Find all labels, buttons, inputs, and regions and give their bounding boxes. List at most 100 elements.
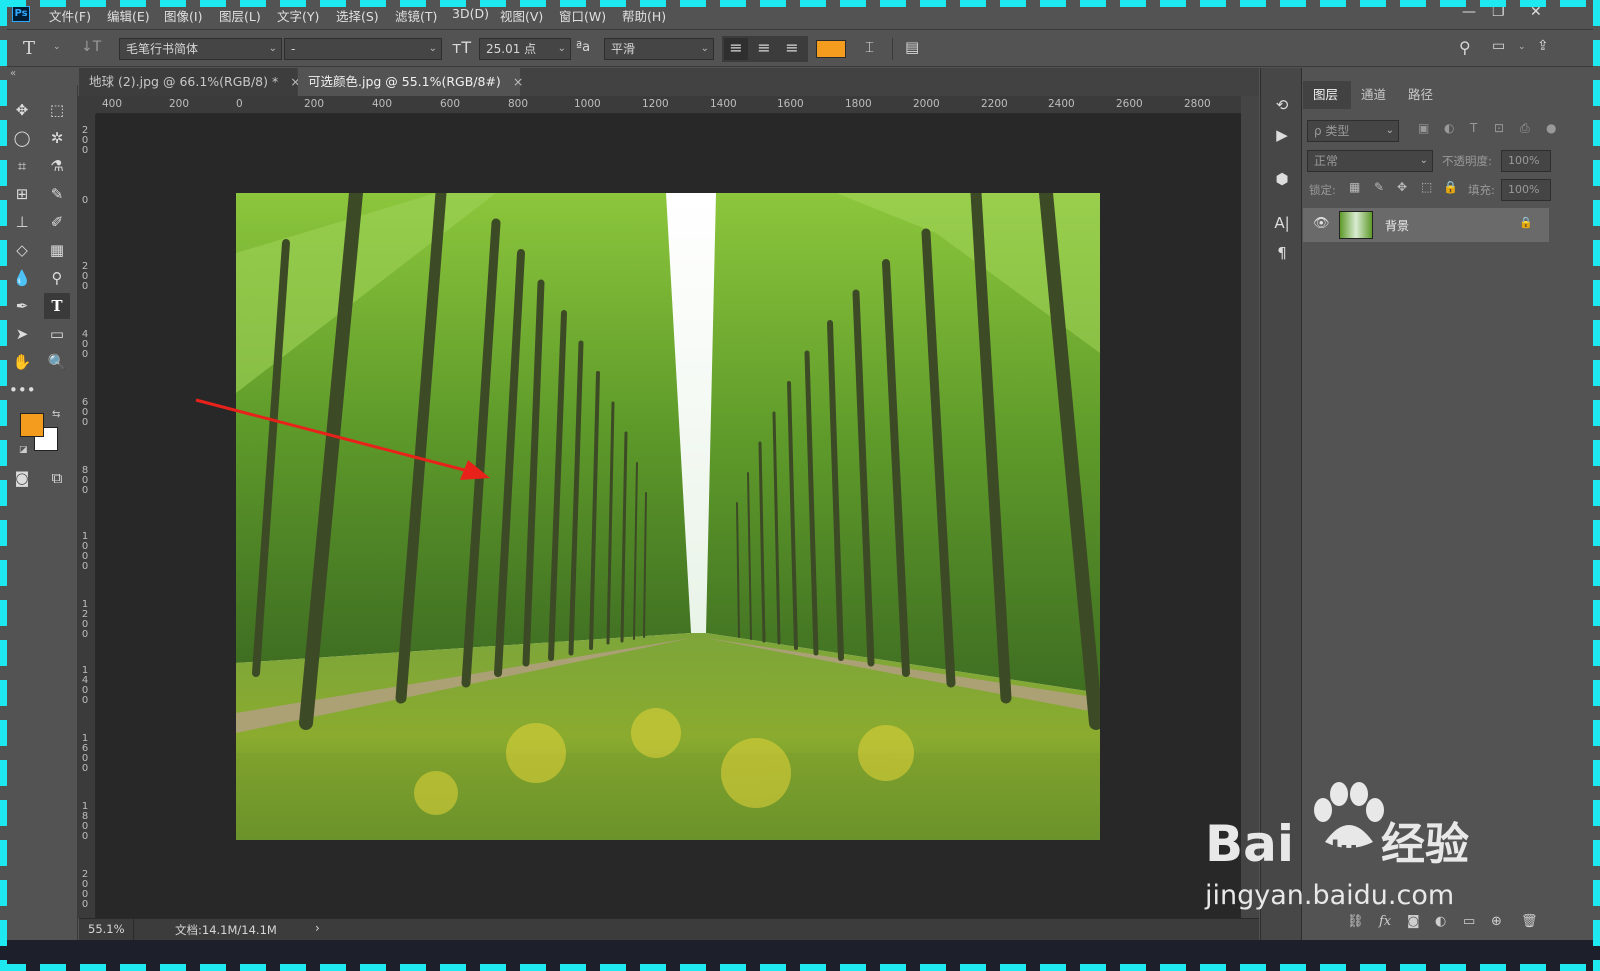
- lock-position-icon[interactable]: ✥: [1397, 180, 1407, 194]
- filter-toggle-icon[interactable]: ●: [1546, 121, 1556, 135]
- forest-avenue-image[interactable]: [236, 193, 1100, 840]
- eye-icon[interactable]: 👁: [1313, 216, 1330, 231]
- blur-tool-icon[interactable]: 💧: [9, 265, 35, 291]
- layer-row-background[interactable]: 👁 背景 🔒: [1303, 208, 1549, 242]
- layer-name[interactable]: 背景: [1385, 217, 1409, 234]
- filter-smart-object-icon[interactable]: ⎙: [1520, 121, 1530, 136]
- font-style-select[interactable]: - ⌄: [284, 38, 442, 60]
- clone-stamp-icon[interactable]: ⊥: [9, 209, 35, 235]
- blend-mode-select[interactable]: 正常 ⌄: [1307, 150, 1433, 172]
- menu-image[interactable]: 图像(I): [164, 6, 202, 25]
- ruler-tick: 400: [102, 98, 123, 110]
- preset-dropdown-chevron-icon[interactable]: ⌄: [53, 42, 61, 52]
- tab-earth[interactable]: 地球 (2).jpg @ 66.1%(RGB/8) * ×: [79, 68, 301, 96]
- align-right-icon[interactable]: ≡: [780, 38, 804, 57]
- filter-shape-icon[interactable]: ⊡: [1494, 121, 1504, 135]
- font-family-select[interactable]: 毛笔行书简体 ⌄: [119, 38, 282, 60]
- menu-layer[interactable]: 图层(L): [219, 6, 261, 25]
- lock-all-icon[interactable]: 🔒: [1443, 180, 1458, 194]
- menu-3d[interactable]: 3D(D): [452, 6, 489, 21]
- menu-type[interactable]: 文字(Y): [277, 6, 319, 25]
- zoom-level[interactable]: 55.1%: [88, 922, 125, 936]
- workspace-icon[interactable]: ▭: [1492, 38, 1505, 54]
- tab-layers[interactable]: 图层: [1303, 81, 1351, 109]
- layer-thumbnail: [1339, 211, 1373, 239]
- font-size-select[interactable]: 25.01 点 ⌄: [479, 38, 571, 60]
- warp-text-icon[interactable]: ⌶: [865, 38, 874, 56]
- default-colors-icon[interactable]: ◪: [19, 445, 28, 455]
- dodge-tool-icon[interactable]: ⚲: [44, 265, 70, 291]
- move-tool-icon[interactable]: ✥: [9, 97, 35, 123]
- align-center-icon[interactable]: ≡: [752, 38, 776, 57]
- ruler-tick: 1800: [845, 98, 872, 110]
- character-panel-icon[interactable]: A|: [1271, 212, 1293, 234]
- filter-pixel-icon[interactable]: ▣: [1418, 121, 1429, 135]
- workspace-chevron-icon[interactable]: ⌄: [1518, 42, 1526, 52]
- layer-kind-filter[interactable]: ρ 类型 ⌄: [1307, 120, 1399, 142]
- align-left-icon[interactable]: ≡: [724, 38, 748, 60]
- ruler-tick: 200: [169, 98, 190, 110]
- eraser-icon[interactable]: ◇: [9, 237, 35, 263]
- watermark-brand: Bai: [1205, 815, 1294, 873]
- collapse-toolbar-icon[interactable]: «: [10, 68, 16, 79]
- photo-canvas: [236, 193, 1100, 840]
- menu-select[interactable]: 选择(S): [336, 6, 379, 25]
- menu-file[interactable]: 文件(F): [49, 6, 91, 25]
- eyedropper-icon[interactable]: ⚗: [44, 153, 70, 179]
- paragraph-panel-icon[interactable]: ¶: [1271, 242, 1293, 264]
- crop-tool-icon[interactable]: ⌗: [9, 153, 35, 179]
- search-icon[interactable]: ⚲: [1459, 38, 1471, 57]
- text-color-swatch[interactable]: [816, 40, 846, 58]
- delete-layer-icon[interactable]: 🗑: [1521, 914, 1538, 929]
- text-orientation-icon[interactable]: ↓T: [81, 39, 101, 55]
- character-panel-icon[interactable]: ▤: [905, 38, 919, 56]
- menu-edit[interactable]: 编辑(E): [107, 6, 150, 25]
- screen-mode-icon[interactable]: ⧉: [44, 465, 70, 491]
- swap-colors-icon[interactable]: ⇆: [52, 409, 60, 420]
- quick-mask-icon[interactable]: ◙: [9, 465, 35, 491]
- magic-wand-icon[interactable]: ✲: [44, 125, 70, 151]
- menu-filter[interactable]: 滤镜(T): [395, 6, 437, 25]
- fill-input[interactable]: 100%: [1501, 179, 1551, 201]
- status-menu-arrow-icon[interactable]: ›: [315, 921, 320, 935]
- lock-image-icon[interactable]: ✎: [1374, 180, 1384, 194]
- lock-artboard-icon[interactable]: ⬚: [1421, 180, 1432, 194]
- filter-adjustment-icon[interactable]: ◐: [1444, 121, 1454, 135]
- antialias-icon: ªa: [576, 40, 591, 55]
- tab-channels[interactable]: 通道: [1351, 81, 1396, 109]
- foreground-color-swatch[interactable]: [20, 413, 44, 437]
- path-selection-icon[interactable]: ➤: [9, 321, 35, 347]
- menu-help[interactable]: 帮助(H): [622, 6, 666, 25]
- history-panel-icon[interactable]: ⟲: [1271, 94, 1293, 116]
- 3d-panel-icon[interactable]: ⬢: [1271, 168, 1293, 190]
- pen-tool-icon[interactable]: ✒: [9, 293, 35, 319]
- filter-type-icon[interactable]: T: [1470, 121, 1477, 135]
- more-tools-icon[interactable]: •••: [9, 377, 36, 403]
- type-tool-preset-icon[interactable]: T: [23, 38, 35, 59]
- zoom-tool-icon[interactable]: 🔍: [44, 349, 70, 375]
- healing-brush-icon[interactable]: ⊞: [9, 181, 35, 207]
- gradient-icon[interactable]: ▦: [44, 237, 70, 263]
- share-icon[interactable]: ⇪: [1537, 38, 1549, 54]
- menu-view[interactable]: 视图(V): [500, 6, 543, 25]
- history-brush-icon[interactable]: ✐: [44, 209, 70, 235]
- type-tool-icon[interactable]: T: [44, 293, 70, 319]
- fill-label: 填充:: [1468, 183, 1495, 197]
- close-icon[interactable]: ×: [513, 74, 523, 89]
- lasso-tool-icon[interactable]: ◯: [9, 125, 35, 151]
- ruler-tick: 2400: [1048, 98, 1075, 110]
- marquee-tool-icon[interactable]: ⬚: [44, 97, 70, 123]
- ruler-tick: 600: [81, 397, 89, 428]
- lock-transparent-icon[interactable]: ▦: [1349, 180, 1360, 194]
- hand-tool-icon[interactable]: ✋: [9, 349, 35, 375]
- antialias-select[interactable]: 平滑 ⌄: [604, 38, 714, 60]
- brush-tool-icon[interactable]: ✎: [44, 181, 70, 207]
- menu-window[interactable]: 窗口(W): [559, 6, 606, 25]
- tab-selective-color[interactable]: 可选颜色.jpg @ 55.1%(RGB/8#) ×: [298, 68, 523, 96]
- document-size: 文档:14.1M/14.1M: [175, 923, 277, 937]
- chevron-down-icon: ⌄: [1419, 155, 1428, 166]
- tab-paths[interactable]: 路径: [1398, 81, 1443, 109]
- opacity-input[interactable]: 100%: [1501, 150, 1551, 172]
- rectangle-tool-icon[interactable]: ▭: [44, 321, 70, 347]
- actions-play-icon[interactable]: ▶: [1271, 124, 1293, 146]
